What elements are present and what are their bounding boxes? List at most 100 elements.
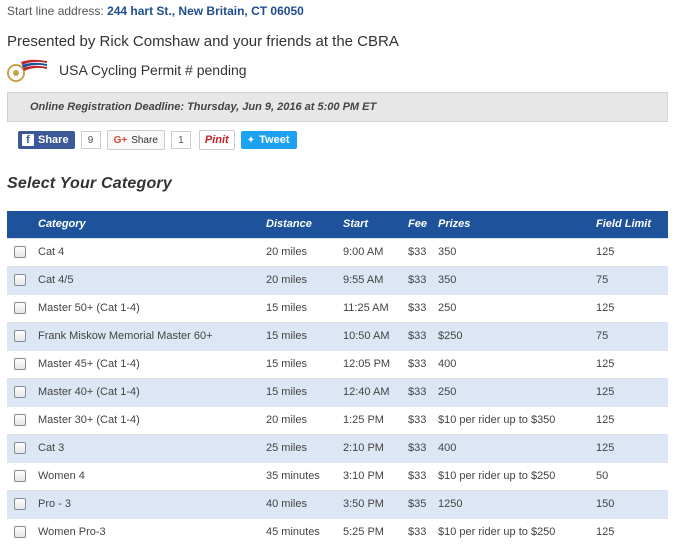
prizes-cell: 1250: [438, 489, 596, 518]
limit-cell: 75: [596, 321, 668, 350]
twitter-tweet-button[interactable]: ✦ Tweet: [240, 131, 298, 149]
fee-cell: $33: [408, 517, 438, 546]
category-cell: Frank Miskow Memorial Master 60+: [38, 321, 266, 350]
fee-cell: $33: [408, 461, 438, 490]
fee-cell: $33: [408, 237, 438, 266]
start-cell: 12:05 PM: [343, 349, 408, 378]
distance-cell: 35 minutes: [266, 461, 343, 490]
table-row: Cat 4/5 20 miles 9:55 AM $33 350 75: [7, 265, 668, 294]
category-checkbox[interactable]: [14, 526, 26, 538]
start-cell: 12:40 AM: [343, 377, 408, 406]
header-distance: Distance: [266, 218, 312, 231]
category-cell: Women 4: [38, 461, 266, 490]
start-cell: 5:25 PM: [343, 517, 408, 546]
table-row: Cat 3 25 miles 2:10 PM $33 400 125: [7, 433, 668, 462]
category-cell: Cat 4: [38, 237, 266, 266]
distance-cell: 15 miles: [266, 377, 343, 406]
distance-cell: 15 miles: [266, 349, 343, 378]
distance-cell: 15 miles: [266, 321, 343, 350]
start-line-address: Start line address: 244 hart St., New Br…: [7, 4, 304, 18]
prizes-cell: 350: [438, 237, 596, 266]
deadline-text: Online Registration Deadline: Thursday, …: [30, 101, 377, 113]
limit-cell: 50: [596, 461, 668, 490]
google-plus-share-button[interactable]: G+ Share: [106, 130, 165, 150]
facebook-share-label: Share: [38, 134, 69, 146]
social-share-bar: f Share 9 G+ Share 1 Pinit ✦ Tweet: [18, 130, 298, 150]
google-plus-share-label: Share: [131, 134, 158, 146]
fee-cell: $33: [408, 405, 438, 434]
table-row: Pro - 3 40 miles 3:50 PM $35 1250 150: [7, 489, 668, 518]
facebook-icon: f: [22, 134, 34, 146]
start-cell: 3:50 PM: [343, 489, 408, 518]
category-checkbox[interactable]: [14, 414, 26, 426]
prizes-cell: $10 per rider up to $350: [438, 405, 596, 434]
prizes-cell: 400: [438, 349, 596, 378]
prizes-cell: $250: [438, 321, 596, 350]
start-cell: 11:25 AM: [343, 293, 408, 322]
fee-cell: $33: [408, 321, 438, 350]
facebook-share-count: 9: [80, 131, 101, 149]
google-plus-share-count: 1: [170, 131, 191, 149]
usa-cycling-logo-icon: [7, 56, 49, 84]
table-row: Master 30+ (Cat 1-4) 20 miles 1:25 PM $33 $1…: [7, 405, 668, 434]
fee-cell: $33: [408, 433, 438, 462]
limit-cell: 150: [596, 489, 668, 518]
prizes-cell: 250: [438, 377, 596, 406]
section-title: Select Your Category: [7, 175, 172, 192]
distance-cell: 20 miles: [266, 237, 343, 266]
category-checkbox[interactable]: [14, 358, 26, 370]
distance-cell: 20 miles: [266, 405, 343, 434]
category-cell: Pro - 3: [38, 489, 266, 518]
category-checkbox[interactable]: [14, 302, 26, 314]
category-cell: Master 40+ (Cat 1-4): [38, 377, 266, 406]
category-checkbox[interactable]: [14, 442, 26, 454]
category-table: Category Distance Start Fee Prizes Field…: [7, 211, 668, 546]
limit-cell: 125: [596, 237, 668, 266]
category-cell: Master 50+ (Cat 1-4): [38, 293, 266, 322]
prizes-cell: 250: [438, 293, 596, 322]
category-checkbox[interactable]: [14, 470, 26, 482]
category-checkbox[interactable]: [14, 386, 26, 398]
pinterest-pin-button[interactable]: Pinit: [198, 130, 235, 150]
category-cell: Cat 3: [38, 433, 266, 462]
distance-cell: 15 miles: [266, 293, 343, 322]
category-checkbox[interactable]: [14, 274, 26, 286]
fee-cell: $33: [408, 293, 438, 322]
category-checkbox[interactable]: [14, 498, 26, 510]
header-fee: Fee: [408, 218, 427, 231]
fee-cell: $33: [408, 265, 438, 294]
category-checkbox[interactable]: [14, 246, 26, 258]
category-cell: Women Pro-3: [38, 517, 266, 546]
category-cell: Master 45+ (Cat 1-4): [38, 349, 266, 378]
header-select: [7, 211, 38, 238]
category-checkbox[interactable]: [14, 330, 26, 342]
facebook-share-button[interactable]: f Share: [18, 131, 75, 149]
fee-cell: $33: [408, 377, 438, 406]
pinterest-pin-label: Pinit: [204, 134, 229, 146]
limit-cell: 125: [596, 405, 668, 434]
start-cell: 3:10 PM: [343, 461, 408, 490]
table-row: Frank Miskow Memorial Master 60+ 15 miles…: [7, 321, 668, 350]
table-row: Women 4 35 minutes 3:10 PM $33 $10 per rider…: [7, 461, 668, 490]
start-address: 244 hart St., New Britain, CT 06050: [107, 4, 304, 18]
table-header-row: Category Distance Start Fee Prizes Field…: [7, 211, 668, 238]
table-row: Master 50+ (Cat 1-4) 15 miles 11:25 AM $33 2…: [7, 293, 668, 322]
table-row: Cat 4 20 miles 9:00 AM $33 350 125: [7, 237, 668, 266]
table-row: Women Pro-3 45 minutes 5:25 PM $33 $10 per r…: [7, 517, 668, 546]
header-field-limit: Field Limit: [596, 218, 651, 231]
table-row: Master 40+ (Cat 1-4) 15 miles 12:40 AM $33 2…: [7, 377, 668, 406]
google-plus-icon: G+: [113, 134, 128, 146]
limit-cell: 125: [596, 377, 668, 406]
limit-cell: 125: [596, 349, 668, 378]
start-line-label: Start line address:: [7, 4, 108, 18]
start-cell: 2:10 PM: [343, 433, 408, 462]
header-prizes: Prizes: [438, 218, 471, 231]
limit-cell: 125: [596, 293, 668, 322]
distance-cell: 40 miles: [266, 489, 343, 518]
category-cell: Master 30+ (Cat 1-4): [38, 405, 266, 434]
start-cell: 9:00 AM: [343, 237, 408, 266]
distance-cell: 25 miles: [266, 433, 343, 462]
prizes-cell: $10 per rider up to $250: [438, 461, 596, 490]
fee-cell: $33: [408, 349, 438, 378]
prizes-cell: 350: [438, 265, 596, 294]
